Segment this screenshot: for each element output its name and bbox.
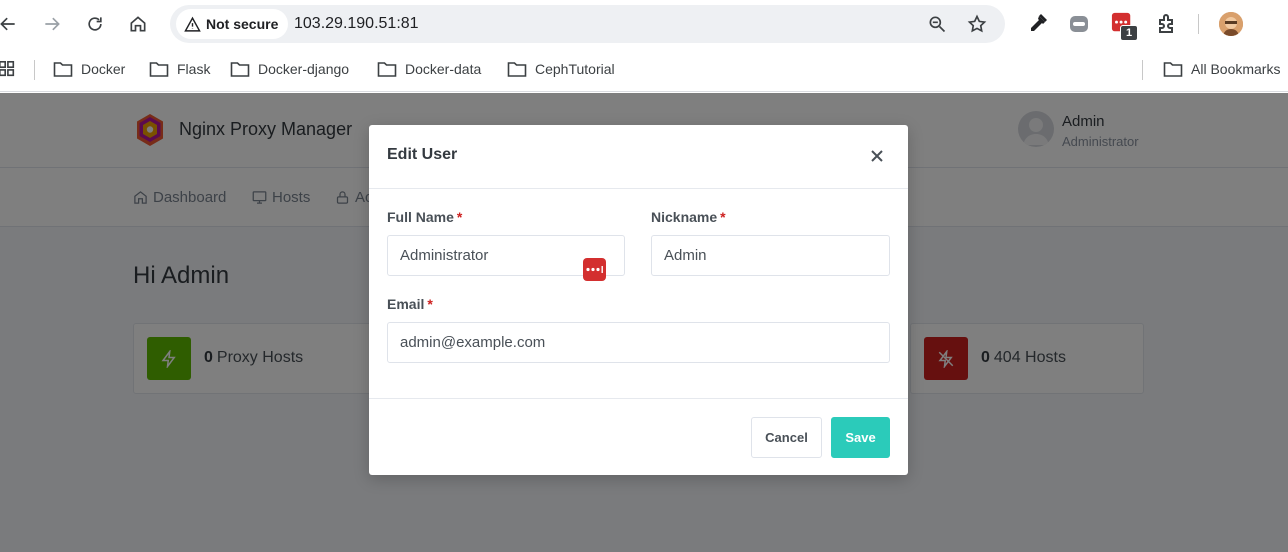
folder-icon xyxy=(53,62,73,77)
bookmark-label: Docker-django xyxy=(258,61,350,77)
folder-icon xyxy=(377,62,397,77)
folder-icon xyxy=(1163,62,1183,77)
full-name-label: Full Name * xyxy=(387,209,462,225)
required-marker: * xyxy=(720,209,726,225)
profile-avatar[interactable] xyxy=(1219,12,1243,36)
label-text: Email xyxy=(387,296,425,312)
reload-icon[interactable] xyxy=(83,12,107,36)
forward-icon[interactable] xyxy=(40,12,64,36)
close-icon[interactable] xyxy=(868,147,886,165)
security-label: Not secure xyxy=(206,16,279,32)
star-icon[interactable] xyxy=(967,14,987,34)
folder-icon xyxy=(507,62,527,77)
bookmark-docker-data[interactable]: Docker-data xyxy=(377,59,481,79)
url-text[interactable]: 103.29.190.51:81 xyxy=(294,15,419,33)
cancel-button[interactable]: Cancel xyxy=(751,417,822,458)
extension-badge: 1 xyxy=(1120,25,1138,41)
edit-user-modal: Edit User Full Name* Nickname* Email* Ca… xyxy=(369,125,908,475)
puzzle-icon[interactable] xyxy=(1155,12,1179,36)
toolbar-separator xyxy=(1198,14,1199,34)
bookmark-label: Docker xyxy=(81,61,126,77)
modal-header: Edit User xyxy=(369,125,908,189)
bookmark-label: Docker-data xyxy=(405,61,482,77)
home-icon[interactable] xyxy=(126,12,150,36)
bookmark-cephtutorial[interactable]: CephTutorial xyxy=(507,59,615,79)
nickname-label: Nickname * xyxy=(651,209,726,225)
all-bookmarks[interactable]: All Bookmarks xyxy=(1163,59,1280,79)
bookmark-docker[interactable]: Docker xyxy=(53,59,125,79)
save-button[interactable]: Save xyxy=(831,417,890,458)
password-extension-icon[interactable]: 1 xyxy=(1111,12,1138,41)
eyedropper-icon[interactable] xyxy=(1025,12,1049,36)
bookmark-label: CephTutorial xyxy=(535,61,615,77)
bookmarks-separator xyxy=(1142,60,1143,80)
security-chip[interactable]: Not secure xyxy=(176,9,289,39)
email-input[interactable] xyxy=(387,322,890,363)
address-bar[interactable]: Not secure 103.29.190.51:81 xyxy=(170,5,1005,43)
bookmark-docker-django[interactable]: Docker-django xyxy=(230,59,349,79)
folder-icon xyxy=(149,62,169,77)
nickname-input[interactable] xyxy=(651,235,890,276)
email-label: Email * xyxy=(387,296,433,312)
bookmark-label: Flask xyxy=(177,61,211,77)
warning-icon xyxy=(184,16,201,32)
label-text: Full Name xyxy=(387,209,454,225)
bookmarks-bar: Docker Flask Docker-django Docker-data C… xyxy=(0,48,1288,92)
apps-grid-icon[interactable] xyxy=(0,59,17,79)
chat-extension-icon[interactable] xyxy=(1067,12,1091,36)
all-bookmarks-label: All Bookmarks xyxy=(1191,61,1281,77)
back-icon[interactable] xyxy=(0,12,20,36)
folder-icon xyxy=(230,62,250,77)
required-marker: * xyxy=(427,296,433,312)
bookmark-flask[interactable]: Flask xyxy=(149,59,210,79)
browser-toolbar: Not secure 103.29.190.51:81 1 xyxy=(0,0,1288,48)
required-marker: * xyxy=(456,209,463,225)
password-manager-icon[interactable] xyxy=(583,258,606,281)
zoom-icon[interactable] xyxy=(927,14,947,34)
modal-footer: Cancel Save xyxy=(369,398,908,475)
label-text: Nickname xyxy=(651,209,718,225)
bookmarks-separator xyxy=(34,60,35,80)
modal-title: Edit User xyxy=(387,146,458,163)
